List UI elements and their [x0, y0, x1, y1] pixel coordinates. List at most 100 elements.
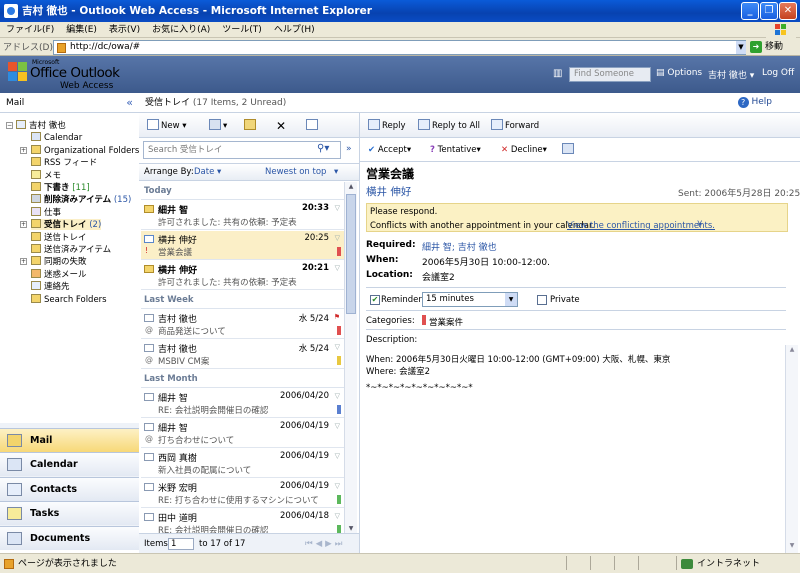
flag-icon[interactable]: ▽: [335, 452, 340, 460]
message-row[interactable]: 吉村 徹也 水 5/24 商品発送について ⚑ @: [141, 310, 344, 339]
flag-icon[interactable]: ▽: [335, 422, 340, 430]
folder-item[interactable]: Calendar: [31, 132, 82, 143]
message-row[interactable]: 米野 宏明 2006/04/19 RE: 打ち合わせに使用するマシンについて ▽: [141, 479, 344, 508]
message-row[interactable]: 吉村 徹也 水 5/24 MSBIV CM案 ▽ @: [141, 340, 344, 369]
address-book-icon[interactable]: ▥: [553, 68, 562, 79]
forward-button[interactable]: Forward: [491, 119, 539, 133]
message-row[interactable]: 西岡 真樹 2006/04/19 新入社員の配属について ▽: [141, 449, 344, 478]
find-someone-input[interactable]: Find Someone: [569, 67, 651, 82]
category-marker[interactable]: [337, 326, 341, 335]
folder-item[interactable]: 同期の失敗: [31, 256, 87, 267]
menu-tools[interactable]: ツール(T): [216, 22, 268, 38]
options-button[interactable]: ▤ Options: [656, 68, 702, 78]
message-row[interactable]: 横井 伸好 20:21 許可されました: 共有の依頼: 予定表 ▽: [141, 261, 344, 290]
flag-icon[interactable]: ▽: [335, 204, 340, 212]
reminder-checkbox[interactable]: ✔: [370, 295, 380, 305]
reply-all-button[interactable]: Reply to All: [418, 119, 480, 133]
category-marker[interactable]: [337, 356, 341, 365]
conflict-link[interactable]: View the conflicting appointments.: [567, 221, 715, 231]
folder-item[interactable]: Search Folders: [31, 293, 107, 305]
menu-edit[interactable]: 編集(E): [60, 22, 103, 38]
menu-file[interactable]: ファイル(F): [0, 22, 60, 38]
flag-icon[interactable]: ▽: [335, 343, 340, 351]
view-button[interactable]: ▾: [209, 119, 227, 133]
private-checkbox[interactable]: [537, 295, 547, 305]
flag-icon[interactable]: ▽: [335, 512, 340, 520]
nav-button-tasks[interactable]: Tasks: [0, 501, 139, 526]
reading-scrollbar[interactable]: ▲ ▼: [785, 345, 798, 553]
menu-view[interactable]: 表示(V): [103, 22, 146, 38]
calendar-button[interactable]: [562, 143, 576, 157]
folder-item[interactable]: 吉村 徹也: [16, 120, 66, 131]
reading-scroll-down-icon[interactable]: ▼: [787, 542, 797, 552]
folder-item[interactable]: 連絡先: [31, 281, 70, 292]
address-dropdown-icon[interactable]: ▼: [736, 41, 746, 54]
folder-item[interactable]: 下書き [11]: [31, 182, 90, 193]
expand-search-icon[interactable]: »: [346, 144, 352, 154]
nav-button-documents[interactable]: Documents: [0, 525, 139, 550]
nav-button-mail[interactable]: Mail: [0, 428, 139, 452]
collapse-nav-icon[interactable]: «: [126, 93, 133, 113]
categories-value[interactable]: 営業案件: [429, 316, 463, 328]
conflict-expand-icon[interactable]: ¥: [697, 220, 702, 230]
folder-item[interactable]: 送信済みアイテム: [31, 244, 111, 255]
folder-item[interactable]: 迷惑メール: [31, 268, 87, 280]
user-menu[interactable]: 吉村 徹也 ▾: [708, 68, 754, 81]
flag-icon[interactable]: ▽: [335, 264, 340, 272]
accept-button[interactable]: ✔ Accept▾: [368, 143, 411, 157]
tentative-button[interactable]: ? Tentative▾: [430, 143, 481, 157]
required-value[interactable]: 細井 智; 吉村 徹也: [422, 240, 497, 253]
sort-order-dropdown[interactable]: Newest on top: [265, 164, 326, 180]
folder-item[interactable]: RSS フィード: [31, 157, 97, 168]
decline-button[interactable]: ✕ Decline▾: [501, 143, 547, 157]
folder-item[interactable]: 削除済みアイテム (15): [31, 194, 131, 205]
folder-item[interactable]: 仕事: [31, 206, 61, 218]
folder-item[interactable]: 受信トレイ (2): [31, 219, 102, 231]
message-row[interactable]: 細井 智 2006/04/19 打ち合わせについて ▽ @: [141, 419, 344, 448]
tree-expand-icon[interactable]: +: [20, 221, 27, 229]
flag-icon[interactable]: ▽: [335, 482, 340, 490]
paging-icons[interactable]: ⏮◀▶⏭: [305, 534, 345, 554]
menu-favorites[interactable]: お気に入り(A): [146, 22, 216, 38]
search-icon[interactable]: ⚲▾: [317, 143, 329, 154]
nav-button-contacts[interactable]: Contacts: [0, 476, 139, 501]
flag-icon[interactable]: ⚑: [334, 313, 340, 321]
help-button[interactable]: ? Help: [737, 97, 772, 108]
message-row[interactable]: 田中 道明 2006/04/18 RE: 会社説明会開催日の確認 ▽: [141, 509, 344, 536]
message-row[interactable]: 細井 智 2006/04/20 RE: 会社説明会開催日の確認 ▽: [141, 389, 344, 418]
arrange-by-dropdown[interactable]: Date ▾: [194, 164, 221, 180]
message-sender[interactable]: 横井 伸好: [366, 184, 411, 199]
menu-help[interactable]: ヘルプ(H): [268, 22, 321, 38]
folder-item[interactable]: 送信トレイ: [31, 231, 87, 243]
scroll-thumb[interactable]: [346, 194, 356, 314]
category-marker[interactable]: [337, 247, 341, 256]
maximize-button[interactable]: ❐: [760, 2, 778, 20]
search-input[interactable]: Search 受信トレイ: [143, 141, 341, 159]
page-number-input[interactable]: 1: [168, 538, 194, 550]
close-button[interactable]: ✕: [779, 2, 797, 20]
new-button[interactable]: New ▾: [147, 119, 187, 133]
delete-icon[interactable]: ✕: [276, 119, 286, 133]
message-row[interactable]: 細井 智 20:33 許可されました: 共有の依頼: 予定表 ▽: [141, 201, 344, 230]
message-row[interactable]: 横井 伸好 20:25 営業会議 ▽!: [141, 231, 344, 260]
move-button[interactable]: [244, 119, 258, 133]
tree-expand-icon[interactable]: +: [20, 258, 27, 266]
reminder-select[interactable]: 15 minutes ▼: [422, 292, 518, 307]
flag-icon[interactable]: ▽: [335, 392, 340, 400]
logoff-button[interactable]: Log Off: [762, 68, 794, 78]
sort-dropdown-icon[interactable]: ▾: [334, 164, 338, 180]
go-button[interactable]: ➜ 移動: [750, 40, 798, 55]
reply-button[interactable]: Reply: [368, 119, 406, 133]
scroll-up-icon[interactable]: ▲: [346, 183, 356, 193]
check-messages-button[interactable]: [306, 119, 320, 133]
folder-item[interactable]: Organizational Folders: [31, 144, 139, 156]
category-marker[interactable]: [337, 495, 341, 504]
tree-expand-icon[interactable]: −: [6, 122, 13, 129]
reading-scroll-up-icon[interactable]: ▲: [787, 346, 797, 356]
list-scrollbar[interactable]: ▲ ▼: [344, 182, 357, 536]
category-marker[interactable]: [337, 405, 341, 414]
address-input[interactable]: http://dc/owa/#: [53, 40, 746, 55]
minimize-button[interactable]: _: [741, 2, 759, 20]
nav-button-calendar[interactable]: Calendar: [0, 452, 139, 477]
tree-expand-icon[interactable]: +: [20, 146, 27, 154]
